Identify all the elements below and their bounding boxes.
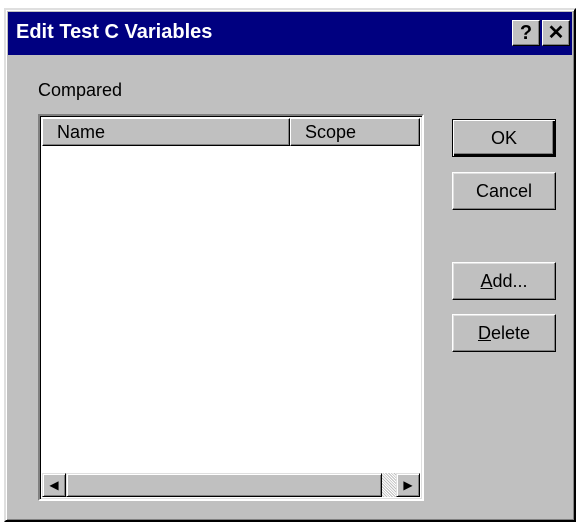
list-header: Name Scope [42, 118, 420, 146]
column-header-scope[interactable]: Scope [290, 118, 420, 146]
edit-test-c-variables-dialog: Edit Test C Variables ? ✕ Compared Name … [4, 8, 576, 522]
compared-variables-list[interactable]: Name Scope ◀ ▶ [38, 114, 424, 501]
scroll-left-button[interactable]: ◀ [42, 473, 66, 497]
close-icon: ✕ [547, 22, 565, 44]
dialog-title: Edit Test C Variables [16, 21, 213, 43]
compared-label: Compared [38, 80, 123, 100]
horizontal-scrollbar[interactable]: ◀ ▶ [42, 473, 420, 497]
column-header-name[interactable]: Name [42, 118, 290, 146]
add-label-rest: dd... [492, 271, 528, 291]
close-button[interactable]: ✕ [542, 20, 570, 46]
delete-label-rest: elete [490, 323, 531, 343]
add-accelerator: A [480, 271, 493, 291]
add-button[interactable]: Add... [452, 262, 556, 300]
arrow-left-icon: ◀ [49, 478, 59, 492]
scroll-right-button[interactable]: ▶ [396, 473, 420, 497]
scrollbar-track[interactable] [382, 473, 396, 497]
help-button[interactable]: ? [512, 20, 540, 46]
question-mark-icon: ? [519, 22, 533, 44]
delete-accelerator: D [477, 323, 491, 343]
cancel-button[interactable]: Cancel [452, 172, 556, 210]
scrollbar-thumb[interactable] [66, 473, 382, 497]
ok-button[interactable]: OK [452, 119, 556, 157]
arrow-right-icon: ▶ [403, 478, 413, 492]
delete-button[interactable]: Delete [452, 314, 556, 352]
title-bar[interactable]: Edit Test C Variables ? ✕ [8, 12, 572, 55]
